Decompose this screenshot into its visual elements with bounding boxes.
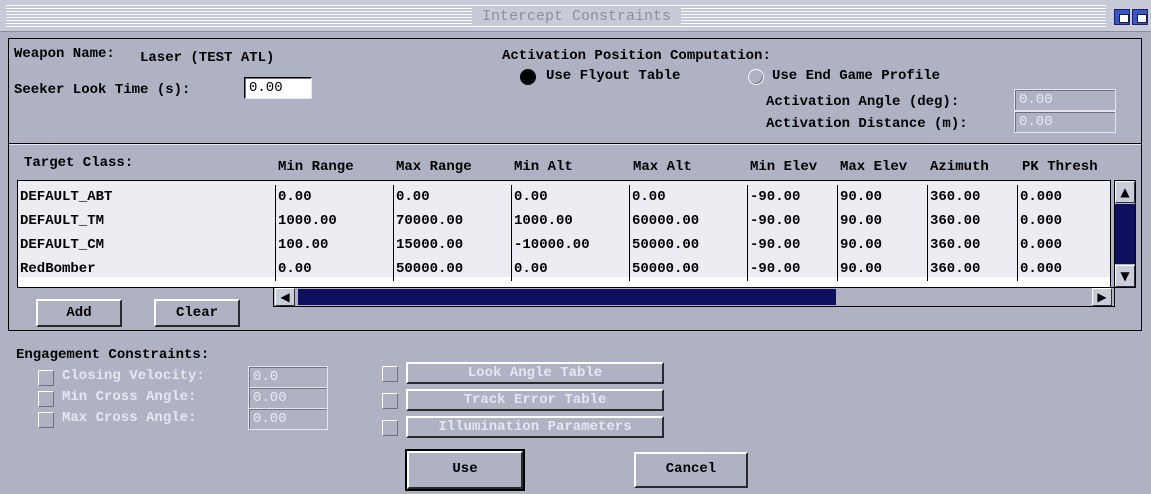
table-cell[interactable]: 1000.00 xyxy=(275,209,393,233)
col-min-elev: Min Elev xyxy=(750,159,818,175)
use-flyout-label: Use Flyout Table xyxy=(546,68,681,84)
max-cross-angle-input[interactable]: 0.00 xyxy=(248,408,328,430)
illumination-parameters-button[interactable]: Illumination Parameters xyxy=(406,416,664,438)
cancel-button[interactable]: Cancel xyxy=(634,452,748,488)
table-cell[interactable]: 50000.00 xyxy=(393,257,511,281)
table-cell[interactable]: 50000.00 xyxy=(629,257,747,281)
target-class-table: DEFAULT_ABT 0.00 0.00 0.00 0.00 -90.00 9… xyxy=(17,180,1111,288)
col-target-class: Target Class: xyxy=(24,155,134,171)
window-title: Intercept Constraints xyxy=(472,8,682,26)
table-cell[interactable]: DEFAULT_ABT xyxy=(18,185,275,209)
table-cell[interactable]: 0.00 xyxy=(393,185,511,209)
table-cell[interactable]: 0.000 xyxy=(1017,209,1110,233)
table-cell[interactable]: 100.00 xyxy=(275,233,393,257)
table-cell[interactable]: RedBomber xyxy=(18,257,275,281)
use-flyout-radio[interactable] xyxy=(520,69,536,85)
table-cell[interactable]: 0.00 xyxy=(275,185,393,209)
col-azimuth: Azimuth xyxy=(930,159,989,175)
col-max-elev: Max Elev xyxy=(840,159,908,175)
min-cross-angle-checkbox[interactable] xyxy=(38,391,54,407)
table-cell[interactable]: 360.00 xyxy=(927,209,1017,233)
min-cross-angle-input[interactable]: 0.00 xyxy=(248,387,328,409)
activation-distance-label: Activation Distance (m): xyxy=(766,116,968,132)
scroll-left-arrow-icon[interactable]: ◀ xyxy=(275,288,295,306)
use-end-game-label: Use End Game Profile xyxy=(772,68,941,84)
table-cell[interactable]: 0.000 xyxy=(1017,233,1110,257)
min-cross-angle-label: Min Cross Angle: xyxy=(62,389,197,405)
col-min-alt: Min Alt xyxy=(514,159,573,175)
table-cell[interactable]: 90.00 xyxy=(837,257,927,281)
table-cell[interactable]: 0.00 xyxy=(511,185,629,209)
table-cell[interactable]: 90.00 xyxy=(837,233,927,257)
vertical-scroll-thumb[interactable] xyxy=(1115,204,1135,264)
activation-angle-input[interactable]: 0.00 xyxy=(1014,89,1116,111)
table-cell[interactable]: 360.00 xyxy=(927,233,1017,257)
look-angle-table-button[interactable]: Look Angle Table xyxy=(406,362,664,384)
add-button[interactable]: Add xyxy=(36,299,122,327)
activation-heading: Activation Position Computation: xyxy=(502,48,771,64)
table-cell[interactable]: 0.00 xyxy=(629,185,747,209)
table-cell[interactable]: -90.00 xyxy=(747,185,837,209)
title-bar: Intercept Constraints xyxy=(0,0,1151,32)
maximize-icon[interactable] xyxy=(1132,9,1148,25)
table-cell[interactable]: 15000.00 xyxy=(393,233,511,257)
scroll-up-arrow-icon[interactable]: ▲ xyxy=(1115,181,1135,203)
seeker-look-time-label: Seeker Look Time (s): xyxy=(14,82,191,98)
col-max-range: Max Range xyxy=(396,159,472,175)
table-cell[interactable]: 0.000 xyxy=(1017,257,1110,281)
table-cell[interactable]: -90.00 xyxy=(747,209,837,233)
look-angle-checkbox[interactable] xyxy=(382,366,398,382)
activation-angle-label: Activation Angle (deg): xyxy=(766,94,960,110)
scroll-down-arrow-icon[interactable]: ▼ xyxy=(1115,265,1135,287)
illumination-checkbox[interactable] xyxy=(382,420,398,436)
track-error-table-button[interactable]: Track Error Table xyxy=(406,389,664,411)
table-cell[interactable]: 0.00 xyxy=(275,257,393,281)
table-cell[interactable]: 60000.00 xyxy=(629,209,747,233)
table-cell[interactable]: -90.00 xyxy=(747,257,837,281)
use-button[interactable]: Use xyxy=(405,449,525,491)
table-cell[interactable]: 90.00 xyxy=(837,209,927,233)
scroll-right-arrow-icon[interactable]: ▶ xyxy=(1092,288,1112,306)
use-end-game-radio[interactable] xyxy=(748,69,764,85)
table-cell[interactable]: -10000.00 xyxy=(511,233,629,257)
weapon-name-value: Laser (TEST ATL) xyxy=(140,50,275,66)
seeker-look-time-input[interactable]: 0.00 xyxy=(244,77,312,99)
table-cell[interactable]: 0.000 xyxy=(1017,185,1110,209)
panel-divider xyxy=(9,143,1141,145)
table-cell[interactable]: 360.00 xyxy=(927,185,1017,209)
table-cell[interactable]: 50000.00 xyxy=(629,233,747,257)
table-cell[interactable]: DEFAULT_CM xyxy=(18,233,275,257)
closing-velocity-label: Closing Velocity: xyxy=(62,368,205,384)
clear-button[interactable]: Clear xyxy=(154,299,240,327)
col-min-range: Min Range xyxy=(278,159,354,175)
restore-icon[interactable] xyxy=(1114,9,1130,25)
table-cell[interactable]: 360.00 xyxy=(927,257,1017,281)
table-cell[interactable]: 70000.00 xyxy=(393,209,511,233)
engagement-heading: Engagement Constraints: xyxy=(16,347,210,363)
table-cell[interactable]: -90.00 xyxy=(747,233,837,257)
closing-velocity-input[interactable]: 0.0 xyxy=(248,366,328,388)
activation-distance-input[interactable]: 0.00 xyxy=(1014,111,1116,133)
table-cell[interactable]: 90.00 xyxy=(837,185,927,209)
col-pk-thresh: PK Thresh xyxy=(1022,159,1098,175)
col-max-alt: Max Alt xyxy=(633,159,692,175)
weapon-name-label: Weapon Name: xyxy=(14,46,115,62)
horizontal-scroll-thumb[interactable] xyxy=(298,289,836,305)
table-cell[interactable]: 1000.00 xyxy=(511,209,629,233)
table-cell[interactable]: DEFAULT_TM xyxy=(18,209,275,233)
table-cell[interactable]: 0.00 xyxy=(511,257,629,281)
max-cross-angle-label: Max Cross Angle: xyxy=(62,410,197,426)
max-cross-angle-checkbox[interactable] xyxy=(38,412,54,428)
closing-velocity-checkbox[interactable] xyxy=(38,370,54,386)
track-error-checkbox[interactable] xyxy=(382,393,398,409)
